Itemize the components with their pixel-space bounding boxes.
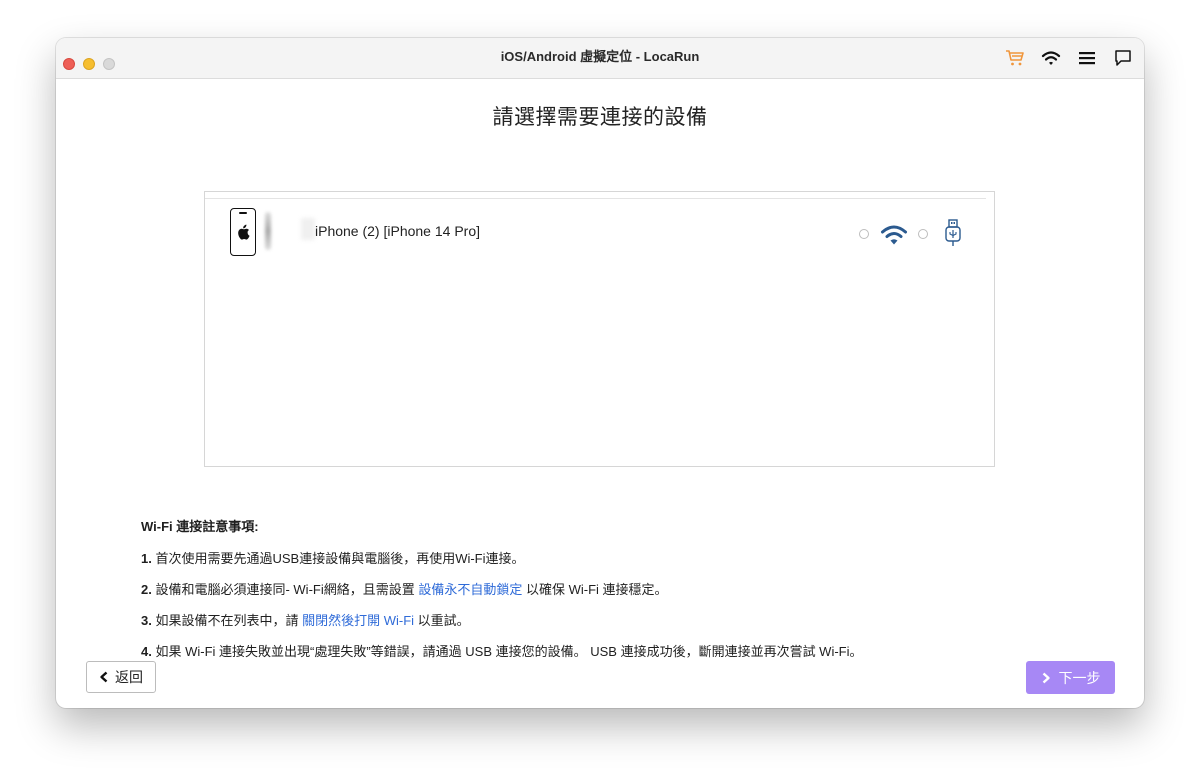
toggle-wifi-link[interactable]: 關閉然後打開 Wi-Fi [302, 613, 414, 628]
note-item: 2. 設備和電腦必須連接同- Wi-Fi網絡，且需設置 設備永不自動鎖定 以確保… [141, 579, 863, 598]
wifi-connection-radio[interactable] [859, 229, 869, 239]
wifi-icon[interactable] [1040, 47, 1062, 69]
note-text: 以確保 Wi-Fi 連接穩定。 [526, 582, 668, 597]
device-list: iPhone (2) [iPhone 14 Pro] [204, 191, 995, 467]
usb-connection-icon[interactable] [944, 219, 962, 254]
chevron-left-icon [100, 671, 108, 683]
list-divider [205, 198, 986, 199]
wifi-notes: Wi-Fi 連接註意事項: 1. 首次使用需要先通過USB連接設備與電腦後，再使… [141, 516, 863, 672]
back-button-label: 返回 [115, 669, 143, 685]
note-number: 3. [141, 613, 152, 628]
note-text: 設備和電腦必須連接同- Wi-Fi網絡，且需設置 [155, 582, 415, 597]
device-list-item[interactable]: iPhone (2) [iPhone 14 Pro] [205, 204, 994, 262]
notes-title: Wi-Fi 連接註意事項: [141, 519, 259, 534]
chevron-right-icon [1042, 672, 1050, 683]
back-button[interactable]: 返回 [86, 661, 156, 693]
note-item: 1. 首次使用需要先通過USB連接設備與電腦後，再使用Wi-Fi連接。 [141, 548, 863, 567]
app-window: iOS/Android 虛擬定位 - LocaRun 請選擇需要連接的設備 iP… [56, 38, 1144, 708]
note-number: 1. [141, 551, 152, 566]
next-button-label: 下一步 [1058, 669, 1101, 686]
cart-icon[interactable] [1004, 47, 1026, 69]
wifi-connection-icon[interactable] [880, 224, 908, 251]
usb-connection-radio[interactable] [918, 229, 928, 239]
note-item: 3. 如果設備不在列表中，請 關閉然後打開 Wi-Fi 以重試。 [141, 610, 863, 629]
next-button[interactable]: 下一步 [1026, 661, 1115, 694]
note-number: 2. [141, 582, 152, 597]
toolbar-icons [1004, 47, 1134, 69]
note-text: 如果設備不在列表中，請 [155, 613, 299, 628]
redacted-blur [265, 212, 271, 250]
never-auto-lock-link[interactable]: 設備永不自動鎖定 [418, 582, 522, 597]
note-text: 首次使用需要先通過USB連接設備與電腦後，再使用Wi-Fi連接。 [155, 551, 525, 566]
menu-icon[interactable] [1076, 47, 1098, 69]
device-name: iPhone (2) [iPhone 14 Pro] [315, 223, 480, 239]
note-text: 以重試。 [417, 613, 470, 628]
title-bar: iOS/Android 虛擬定位 - LocaRun [56, 38, 1144, 79]
note-number: 4. [141, 644, 152, 659]
window-title: iOS/Android 虛擬定位 - LocaRun [500, 49, 700, 64]
feedback-icon[interactable] [1112, 47, 1134, 69]
note-text: 如果 Wi-Fi 連接失敗並出現“處理失敗”等錯誤，請通過 USB 連接您的設備… [155, 644, 863, 659]
redacted-blur [301, 218, 315, 240]
page-title: 請選擇需要連接的設備 [492, 106, 708, 129]
apple-phone-icon [230, 208, 256, 256]
note-item: 4. 如果 Wi-Fi 連接失敗並出現“處理失敗”等錯誤，請通過 USB 連接您… [141, 641, 863, 660]
